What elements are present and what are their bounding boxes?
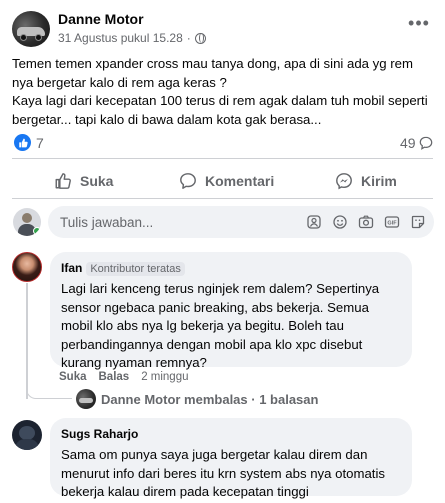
- comment-text: Sama om punya saya juga bergetar kalau d…: [61, 447, 385, 499]
- like-count: 7: [36, 134, 44, 151]
- current-user-avatar[interactable]: [13, 208, 41, 236]
- top-contributor-badge: Kontributor teratas: [86, 262, 185, 276]
- commenter-avatar-ifan[interactable]: [12, 252, 42, 282]
- reply-input-placeholder: Tulis jawaban...: [60, 214, 154, 230]
- divider: [12, 158, 433, 159]
- post-text-line2: Kaya lagi dari kecepatan 100 terus di re…: [12, 93, 428, 127]
- gif-icon[interactable]: GIF: [384, 214, 400, 230]
- comment-like-link[interactable]: Suka: [59, 371, 87, 383]
- post-author-name[interactable]: Danne Motor: [58, 11, 144, 27]
- emoji-icon[interactable]: [332, 214, 348, 230]
- commenter-avatar-sugs[interactable]: [12, 420, 42, 450]
- comment-button[interactable]: Komentari: [179, 168, 274, 194]
- comment-count-icon: [419, 136, 432, 150]
- reply-input[interactable]: Tulis jawaban... GIF: [48, 206, 434, 238]
- more-horizontal-icon: •••: [408, 12, 430, 33]
- reply-summary-text: Danne Motor membalas · 1 balasan: [101, 391, 319, 407]
- messenger-icon: [336, 173, 352, 190]
- post-date[interactable]: 31 Agustus pukul 15.28: [58, 31, 183, 45]
- comment-bubble: Sugs Raharjo Sama om punya saya juga ber…: [50, 418, 412, 499]
- thread-connector: [26, 385, 72, 399]
- camera-icon[interactable]: [358, 214, 374, 230]
- thread-line: [26, 283, 28, 399]
- post-meta: 31 Agustus pukul 15.28 ·: [58, 31, 206, 45]
- comment-text: Lagi lari kenceng terus nginjek rem dale…: [61, 281, 380, 370]
- post-author-avatar[interactable]: [12, 11, 50, 47]
- comment-icon: [180, 173, 196, 189]
- comment-reply-link[interactable]: Balas: [99, 371, 130, 383]
- comment-author[interactable]: Ifan: [61, 261, 82, 275]
- comment-count[interactable]: 49: [400, 135, 433, 151]
- post-body: Temen temen xpander cross mau tanya dong…: [12, 55, 434, 129]
- comment-button-label: Komentari: [205, 173, 275, 189]
- svg-text:GIF: GIF: [387, 221, 397, 227]
- globe-icon: [194, 32, 206, 44]
- thumbs-up-icon: [55, 173, 71, 189]
- comment-author[interactable]: Sugs Raharjo: [61, 427, 138, 441]
- post-text-line1: Temen temen xpander cross mau tanya dong…: [12, 56, 413, 90]
- reaction-summary[interactable]: 7: [14, 134, 44, 151]
- view-replies-link[interactable]: Danne Motor membalas · 1 balasan: [76, 389, 318, 409]
- like-reaction-icon: [14, 134, 31, 151]
- send-button[interactable]: Kirim: [335, 168, 397, 194]
- composer-tools: GIF: [306, 214, 426, 230]
- more-options-button[interactable]: •••: [404, 10, 434, 36]
- comment-time[interactable]: 2 minggu: [141, 371, 188, 383]
- reply-author-avatar: [76, 389, 96, 409]
- divider: [12, 198, 433, 199]
- comment-actions: Suka Balas 2 minggu: [59, 371, 189, 383]
- avatar-sticker-icon[interactable]: [306, 214, 322, 230]
- sticker-icon[interactable]: [410, 214, 426, 230]
- online-status-icon: [33, 227, 41, 235]
- send-button-label: Kirim: [361, 173, 397, 189]
- like-button-label: Suka: [80, 173, 114, 189]
- like-button[interactable]: Suka: [54, 168, 113, 194]
- comment-bubble: Ifan Kontributor teratas Lagi lari kencen…: [50, 252, 412, 370]
